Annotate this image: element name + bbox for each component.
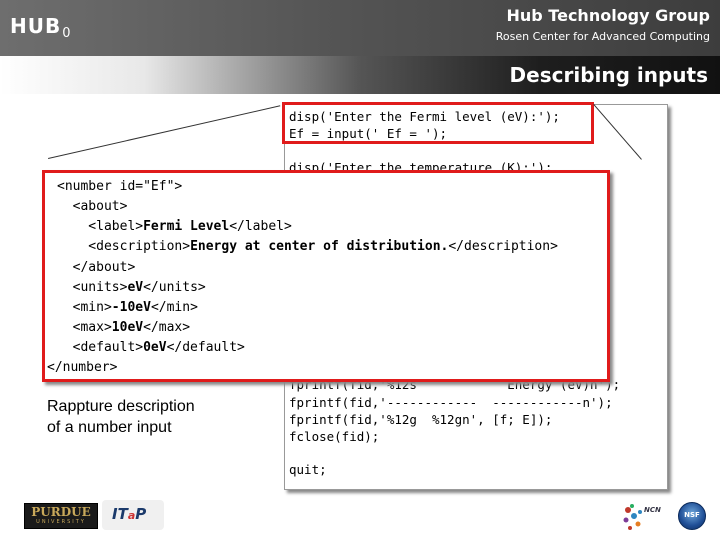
xml-min-value: -10eV xyxy=(111,300,151,315)
rappture-xml-box: <number id="Ef"> <about> <label>Fermi Le… xyxy=(42,170,610,382)
hub-logo: HUB0 xyxy=(10,14,72,41)
xml-min-line: <min>-10eV</min> xyxy=(57,300,198,315)
ncn-label: NCN xyxy=(644,506,661,514)
slide-title: Describing inputs xyxy=(509,63,708,87)
xml-number-open: <number id="Ef"> xyxy=(57,179,183,194)
slide-title-bar: Describing inputs xyxy=(0,56,720,94)
xml-default-line: <default>0eV</default> xyxy=(57,340,245,355)
xml-units-value: eV xyxy=(127,280,144,295)
itap-logo: ITaP xyxy=(102,500,164,530)
xml-about-open: <about> xyxy=(57,199,128,214)
input-highlight-box xyxy=(282,102,594,144)
header-bar: HUB0 Hub Technology Group Rosen Center f… xyxy=(0,0,720,56)
xml-label-value: Fermi Level xyxy=(143,219,230,234)
xml-about-close: </about> xyxy=(57,260,136,275)
xml-description-value: Energy at center of distribution. xyxy=(190,239,449,254)
ncn-logo-icon xyxy=(623,504,642,530)
xml-default-value: 0eV xyxy=(143,340,167,355)
caption-line-2: of a number input xyxy=(47,419,172,436)
nsf-logo-icon: NSF xyxy=(678,502,706,530)
xml-max-line: <max>10eV</max> xyxy=(57,320,191,335)
caption-line-1: Rappture description xyxy=(47,398,195,415)
xml-max-value: 10eV xyxy=(111,320,144,335)
code-line-fprintf-dashes: fprintf(fid,'------------ ------------n'… xyxy=(289,395,613,410)
xml-description-line: <description>Energy at center of distrib… xyxy=(57,239,558,254)
callout-line-left xyxy=(48,105,281,159)
xml-units-line: <units>eV</units> xyxy=(57,280,206,295)
purdue-logo: PURDUE UNIVERSITY xyxy=(24,503,98,529)
org-title: Hub Technology Group xyxy=(506,6,711,25)
code-line-fclose: fclose(fid); xyxy=(289,429,380,444)
code-line-quit: quit; xyxy=(289,462,327,477)
caption-text: Rappture description of a number input xyxy=(47,396,247,438)
xml-number-close: </number> xyxy=(47,360,118,375)
xml-label-line: <label>Fermi Level</label> xyxy=(57,219,292,234)
org-subtitle: Rosen Center for Advanced Computing xyxy=(495,30,710,43)
code-line-fprintf-values: fprintf(fid,'%12g %12gn', [f; E]); xyxy=(289,412,553,427)
